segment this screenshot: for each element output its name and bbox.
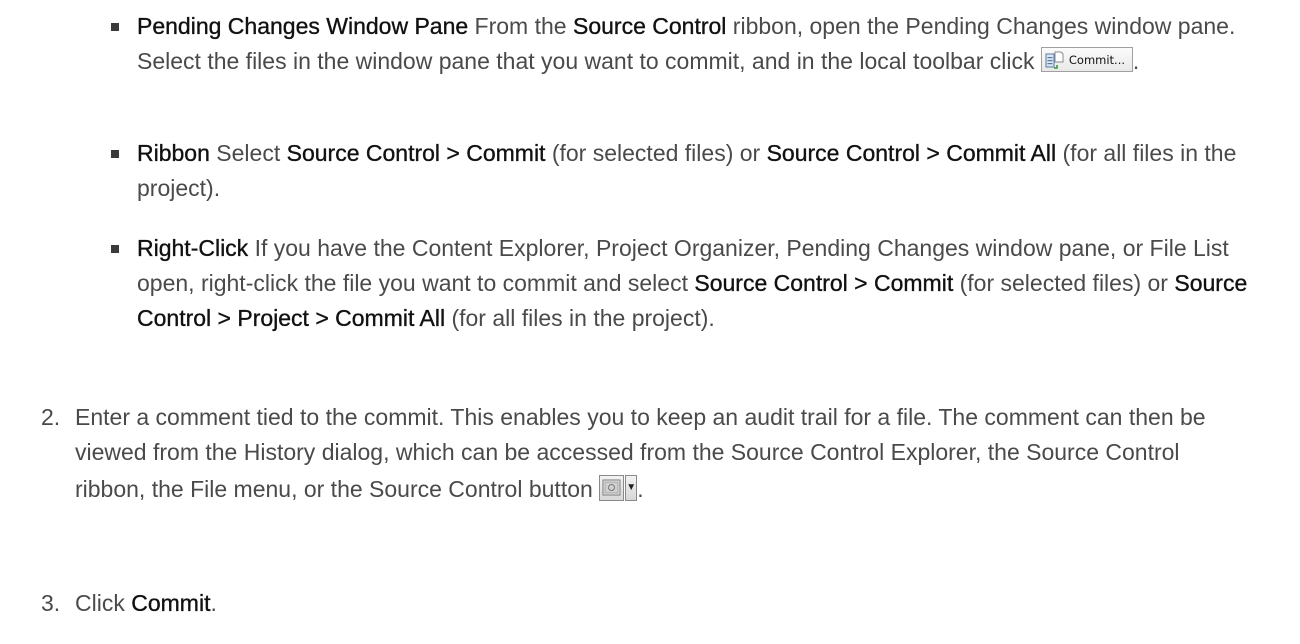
commit-button[interactable]: Commit... (1040, 47, 1133, 72)
bullet-marker (111, 150, 119, 158)
step-number: 3. (41, 590, 61, 616)
bullet-ribbon: Ribbon Select Source Control > Commit (f… (137, 140, 1237, 201)
bullet-pending-changes: Pending Changes Window Pane From the Sou… (137, 13, 1236, 74)
bullet-marker (111, 245, 119, 253)
commit-icon (1045, 51, 1064, 69)
step-number: 2. (41, 404, 61, 430)
bullet-title: Right-Click (137, 235, 249, 261)
source-control-button[interactable]: ▼ (599, 475, 638, 502)
chevron-down-icon[interactable]: ▼ (625, 475, 638, 501)
bullet-marker (111, 23, 119, 31)
bullet-title: Ribbon (137, 140, 210, 166)
step-text: Enter a comment tied to the commit. This… (75, 404, 1206, 502)
step-text: Click Commit. (75, 590, 217, 616)
source-control-icon (602, 479, 621, 496)
bullet-right-click: Right-Click If you have the Content Expl… (137, 235, 1248, 331)
bullet-title: Pending Changes Window Pane (137, 13, 469, 39)
commit-button-label: Commit... (1068, 53, 1126, 67)
